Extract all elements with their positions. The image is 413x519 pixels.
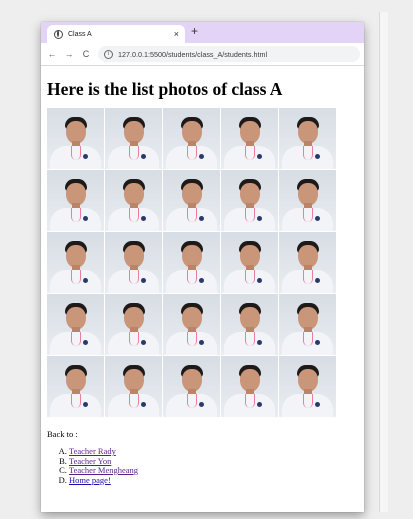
student-photo (221, 108, 278, 169)
back-arrow-icon[interactable]: ← (46, 49, 58, 59)
tab-title: Class A (68, 30, 92, 38)
student-photo (221, 232, 278, 293)
page-title: Here is the list photos of class A (47, 79, 283, 99)
link-teacher-rady[interactable]: Teacher Rady (69, 446, 116, 456)
tab-strip: Class A × + (41, 22, 364, 43)
student-photo (279, 232, 336, 293)
student-photo (163, 170, 220, 231)
tab-class-a[interactable]: Class A × (47, 25, 185, 43)
close-icon[interactable]: × (174, 29, 179, 39)
student-photo (221, 294, 278, 355)
student-photo (47, 356, 104, 417)
page-content: Here is the list photos of class A Back … (41, 79, 364, 485)
info-icon[interactable]: i (104, 49, 113, 59)
outer-scrollbar[interactable] (379, 12, 388, 512)
student-photo (47, 108, 104, 169)
toolbar: ← → C i 127.0.0.1:5500/students/class_A/… (41, 43, 364, 66)
student-photo (105, 170, 162, 231)
list-item: Home page! (69, 475, 358, 486)
student-photo (47, 232, 104, 293)
list-item: Teacher Rady (69, 446, 358, 457)
student-photo (105, 232, 162, 293)
student-photo (279, 356, 336, 417)
student-photo (47, 170, 104, 231)
student-photo (279, 170, 336, 231)
student-photo (221, 356, 278, 417)
back-label: Back to : (47, 429, 78, 439)
student-photo (163, 294, 220, 355)
address-bar[interactable]: i 127.0.0.1:5500/students/class_A/studen… (98, 46, 360, 62)
url-text: 127.0.0.1:5500/students/class_A/students… (118, 49, 268, 59)
reload-icon[interactable]: C (80, 49, 92, 59)
student-photo (279, 294, 336, 355)
link-teacher-mengheang[interactable]: Teacher Mengheang (69, 465, 138, 475)
new-tab-button[interactable]: + (191, 24, 198, 38)
browser-window: Class A × + ← → C i 127.0.0.1:5500/stude… (41, 22, 364, 512)
student-photo (163, 108, 220, 169)
photo-grid (47, 108, 336, 417)
globe-icon (54, 29, 63, 39)
link-teacher-yon[interactable]: Teacher Yon (69, 456, 111, 466)
student-photo (163, 232, 220, 293)
student-photo (279, 108, 336, 169)
student-photo (105, 356, 162, 417)
forward-arrow-icon[interactable]: → (63, 49, 75, 59)
student-photo (105, 108, 162, 169)
student-photo (163, 356, 220, 417)
student-photo (221, 170, 278, 231)
student-photo (105, 294, 162, 355)
list-item: Teacher Mengheang (69, 465, 358, 476)
teacher-link-list: Teacher Rady Teacher Yon Teacher Menghea… (47, 446, 358, 486)
link-home-page[interactable]: Home page! (69, 475, 111, 485)
student-photo (47, 294, 104, 355)
